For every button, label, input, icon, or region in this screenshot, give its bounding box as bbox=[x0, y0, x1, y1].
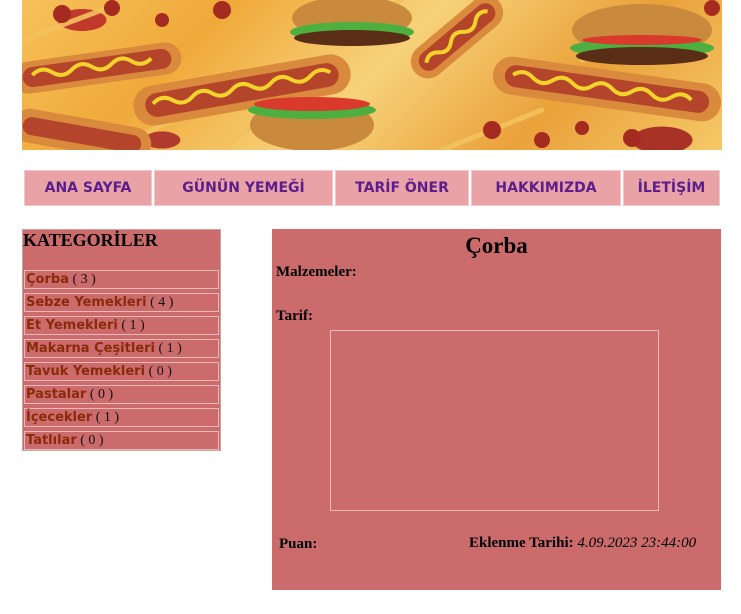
recipe-title: Çorba bbox=[465, 233, 528, 258]
category-item: Tatlılar ( 0 ) bbox=[24, 431, 219, 450]
category-item: Sebze Yemekleri ( 4 ) bbox=[24, 293, 219, 312]
category-count: ( 0 ) bbox=[148, 364, 172, 379]
rating-label: Puan: bbox=[279, 536, 318, 552]
category-link[interactable]: Çorba bbox=[26, 272, 69, 287]
category-link[interactable]: Tavuk Yemekleri bbox=[26, 364, 145, 379]
category-list: Çorba ( 3 ) Sebze Yemekleri ( 4 ) Et Yem… bbox=[23, 270, 220, 454]
nav-dish-of-the-day[interactable]: GÜNÜN YEMEĞİ bbox=[154, 170, 333, 206]
category-count: ( 1 ) bbox=[158, 341, 182, 356]
category-count: ( 0 ) bbox=[89, 387, 114, 402]
recipe-content-box bbox=[330, 330, 659, 511]
category-link[interactable]: İçecekler bbox=[26, 410, 92, 425]
category-item: Et Yemekleri ( 1 ) bbox=[24, 316, 219, 335]
nav-about[interactable]: HAKKIMIZDA bbox=[471, 170, 621, 206]
recipe-panel: Çorba Malzemeler: Tarif: Puan: Eklenme T… bbox=[272, 229, 721, 590]
ingredients-label: Malzemeler: bbox=[276, 264, 357, 280]
category-count: ( 4 ) bbox=[150, 295, 174, 310]
category-link[interactable]: Tatlılar bbox=[26, 433, 77, 448]
sidebar-title: KATEGORİLER bbox=[23, 230, 158, 250]
category-count: ( 0 ) bbox=[80, 433, 104, 448]
date-value: 4.09.2023 23:44:00 bbox=[577, 535, 697, 551]
category-link[interactable]: Makarna Çeşitleri bbox=[26, 341, 155, 356]
category-count: ( 1 ) bbox=[121, 318, 145, 333]
category-link[interactable]: Sebze Yemekleri bbox=[26, 295, 147, 310]
category-link[interactable]: Pastalar bbox=[26, 387, 86, 402]
category-item: İçecekler ( 1 ) bbox=[24, 408, 219, 427]
category-sidebar: KATEGORİLER Çorba ( 3 ) Sebze Yemekleri … bbox=[22, 229, 221, 451]
category-item: Tavuk Yemekleri ( 0 ) bbox=[24, 362, 219, 381]
date-label: Eklenme Tarihi: bbox=[469, 535, 574, 551]
category-link[interactable]: Et Yemekleri bbox=[26, 318, 118, 333]
nav-home[interactable]: ANA SAYFA bbox=[24, 170, 152, 206]
fast-food-illustration bbox=[22, 0, 722, 150]
nav-suggest-recipe[interactable]: TARİF ÖNER bbox=[335, 170, 469, 206]
category-item: Pastalar ( 0 ) bbox=[24, 385, 219, 404]
category-item: Makarna Çeşitleri ( 1 ) bbox=[24, 339, 219, 358]
category-count: ( 3 ) bbox=[72, 272, 96, 287]
banner-image bbox=[22, 0, 722, 150]
nav-contact[interactable]: İLETİŞİM bbox=[623, 170, 720, 206]
category-count: ( 1 ) bbox=[95, 410, 120, 425]
recipe-label: Tarif: bbox=[276, 308, 313, 324]
category-item: Çorba ( 3 ) bbox=[24, 270, 219, 289]
date-info: Eklenme Tarihi: 4.09.2023 23:44:00 bbox=[469, 535, 696, 552]
